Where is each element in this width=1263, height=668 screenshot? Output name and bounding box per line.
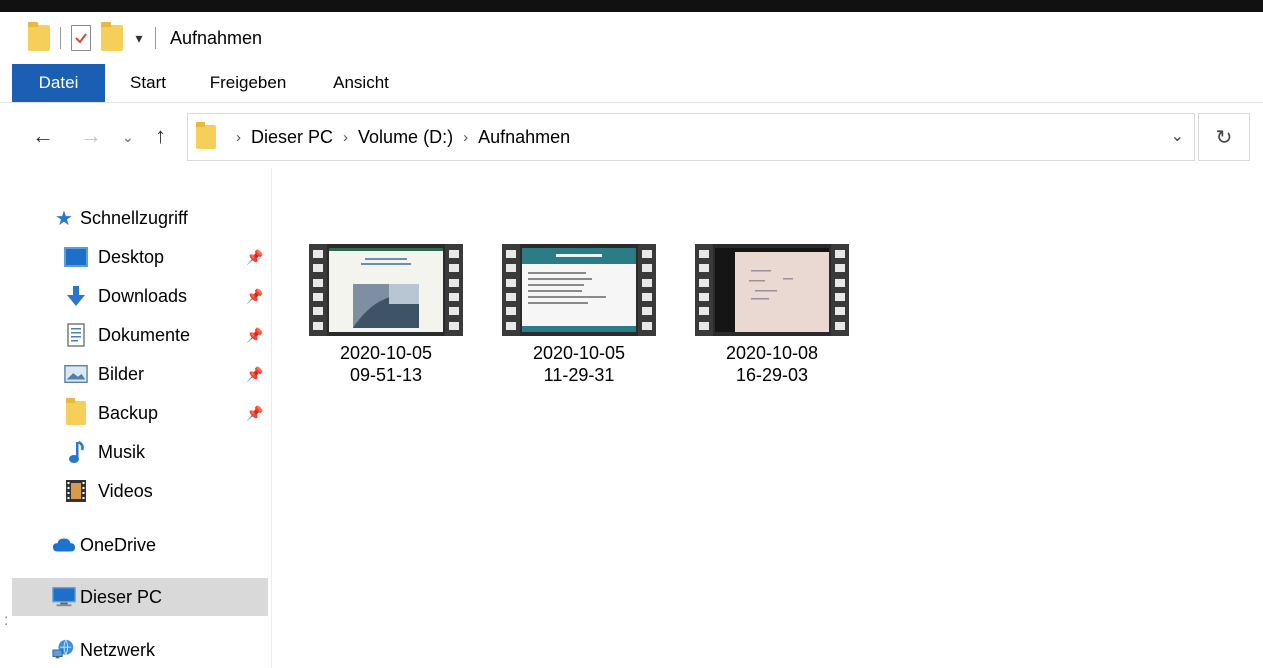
videos-icon — [64, 480, 88, 502]
customize-toolbar-icon[interactable]: ▾ — [133, 30, 145, 47]
sidebar-item-pictures[interactable]: Bilder 📌 — [64, 355, 272, 393]
navigation-bar: ← → ⌄ ↑ › Dieser PC › Volume (D:) › Aufn… — [0, 102, 1263, 168]
sidebar-item-label: Schnellzugriff — [80, 207, 188, 228]
toolbar-separator — [60, 27, 61, 49]
sidebar-item-label: Dieser PC — [80, 586, 163, 607]
thumbnail-frame — [329, 248, 443, 332]
navigation-pane: ★ Schnellzugriff Desktop 📌 Downloads 📌 D… — [0, 168, 272, 668]
forward-arrow-icon[interactable]: → — [80, 123, 102, 149]
sidebar-item-network[interactable]: Netzwerk — [52, 631, 155, 668]
video-thumbnail — [695, 244, 849, 336]
file-item[interactable]: 2020-10-08 16-29-03 — [687, 244, 857, 386]
downloads-icon — [64, 285, 88, 307]
window-title: Aufnahmen — [170, 27, 263, 48]
film-strip — [309, 244, 327, 336]
sidebar-item-label: Videos — [98, 480, 153, 501]
sidebar-item-label: Netzwerk — [80, 639, 156, 660]
pin-icon: 📌 — [246, 248, 264, 265]
up-arrow-icon[interactable]: ↑ — [155, 123, 166, 149]
film-strip — [502, 244, 520, 336]
documents-icon — [64, 323, 88, 347]
sidebar-item-label: Dokumente — [98, 324, 191, 345]
breadcrumb-this-pc[interactable]: Dieser PC — [251, 127, 333, 148]
file-name-line: 16-29-03 — [735, 365, 809, 385]
pin-icon: 📌 — [246, 404, 264, 421]
sidebar-item-music[interactable]: Musik — [64, 433, 145, 471]
desktop-icon — [64, 247, 88, 267]
film-strip — [831, 244, 849, 336]
file-item[interactable]: 2020-10-05 09-51-13 — [301, 244, 471, 386]
back-arrow-icon[interactable]: ← — [32, 123, 54, 149]
file-item[interactable]: 2020-10-05 11-29-31 — [494, 244, 664, 386]
chevron-down-icon[interactable]: ⌄ — [1171, 126, 1184, 146]
video-thumbnail — [502, 244, 656, 336]
file-name: 2020-10-08 16-29-03 — [687, 342, 857, 386]
tab-start[interactable]: Start — [105, 64, 191, 102]
sidebar-item-label: Desktop — [98, 246, 165, 267]
sidebar-item-backup[interactable]: Backup 📌 — [64, 394, 272, 432]
address-bar[interactable]: › Dieser PC › Volume (D:) › Aufnahmen ⌄ — [187, 113, 1195, 161]
file-name-line: 2020-10-05 — [339, 343, 433, 363]
chevron-right-icon[interactable]: › — [463, 129, 468, 146]
pin-icon: 📌 — [246, 326, 264, 343]
file-name-line: 2020-10-05 — [532, 343, 626, 363]
folder-icon — [196, 122, 216, 149]
folder-icon — [66, 398, 86, 425]
sidebar-item-downloads[interactable]: Downloads 📌 — [64, 277, 272, 315]
sidebar-item-label: Downloads — [98, 285, 188, 306]
folder-icon-wrap — [64, 398, 88, 425]
star-icon: ★ — [55, 207, 73, 230]
file-name-line: 11-29-31 — [543, 365, 615, 385]
sidebar-item-label: Bilder — [98, 363, 145, 384]
toolbar-separator — [155, 27, 156, 49]
file-name-line: 09-51-13 — [349, 365, 423, 385]
sidebar-item-onedrive[interactable]: OneDrive — [52, 526, 156, 564]
pictures-icon — [64, 363, 88, 385]
tab-view[interactable]: Ansicht — [305, 64, 417, 102]
chevron-right-icon[interactable]: › — [343, 129, 348, 146]
desktop-icon-wrap — [64, 246, 88, 268]
file-name-line: 2020-10-08 — [725, 343, 819, 363]
title-bar: ▾ Aufnahmen — [0, 12, 1263, 64]
sidebar-item-desktop[interactable]: Desktop 📌 — [64, 238, 272, 276]
file-list: 2020-10-05 09-51-13 2020-10-05 11-29-31 … — [273, 168, 1263, 668]
folder-icon[interactable] — [28, 22, 50, 51]
sidebar-item-quick-access[interactable]: ★ Schnellzugriff — [52, 199, 188, 237]
recent-locations-chevron-icon[interactable]: ⌄ — [122, 129, 134, 146]
thumbnail-frame — [522, 248, 636, 332]
film-strip — [638, 244, 656, 336]
refresh-icon[interactable]: ↻ — [1198, 113, 1250, 161]
music-icon — [64, 440, 88, 463]
computer-icon — [52, 586, 76, 608]
file-name: 2020-10-05 11-29-31 — [494, 342, 664, 386]
breadcrumb-volume-d[interactable]: Volume (D:) — [358, 127, 453, 148]
sidebar-item-documents[interactable]: Dokumente 📌 — [64, 316, 272, 354]
thumbnail-frame — [715, 248, 829, 332]
tab-share[interactable]: Freigeben — [191, 64, 305, 102]
sidebar-item-label: OneDrive — [80, 534, 157, 555]
sidebar-item-this-pc[interactable]: Dieser PC — [12, 578, 268, 616]
breadcrumb-aufnahmen[interactable]: Aufnahmen — [478, 127, 570, 148]
tab-file[interactable]: Datei — [12, 64, 105, 102]
ribbon-tabs: Datei Start Freigeben Ansicht — [0, 64, 1263, 102]
sidebar-item-videos[interactable]: Videos — [64, 472, 153, 510]
new-folder-icon[interactable] — [101, 22, 123, 51]
network-icon — [52, 639, 76, 661]
video-thumbnail — [309, 244, 463, 336]
collapsed-edge-marker: : — [4, 612, 9, 629]
cloud-icon — [52, 534, 76, 556]
sidebar-item-label: Musik — [98, 441, 146, 462]
film-strip — [445, 244, 463, 336]
properties-icon[interactable] — [71, 25, 91, 51]
chevron-right-icon[interactable]: › — [236, 129, 241, 146]
window-top-edge — [0, 0, 1263, 12]
film-strip — [695, 244, 713, 336]
sidebar-item-label: Backup — [98, 402, 159, 423]
pin-icon: 📌 — [246, 287, 264, 304]
file-name: 2020-10-05 09-51-13 — [301, 342, 471, 386]
pin-icon: 📌 — [246, 365, 264, 382]
